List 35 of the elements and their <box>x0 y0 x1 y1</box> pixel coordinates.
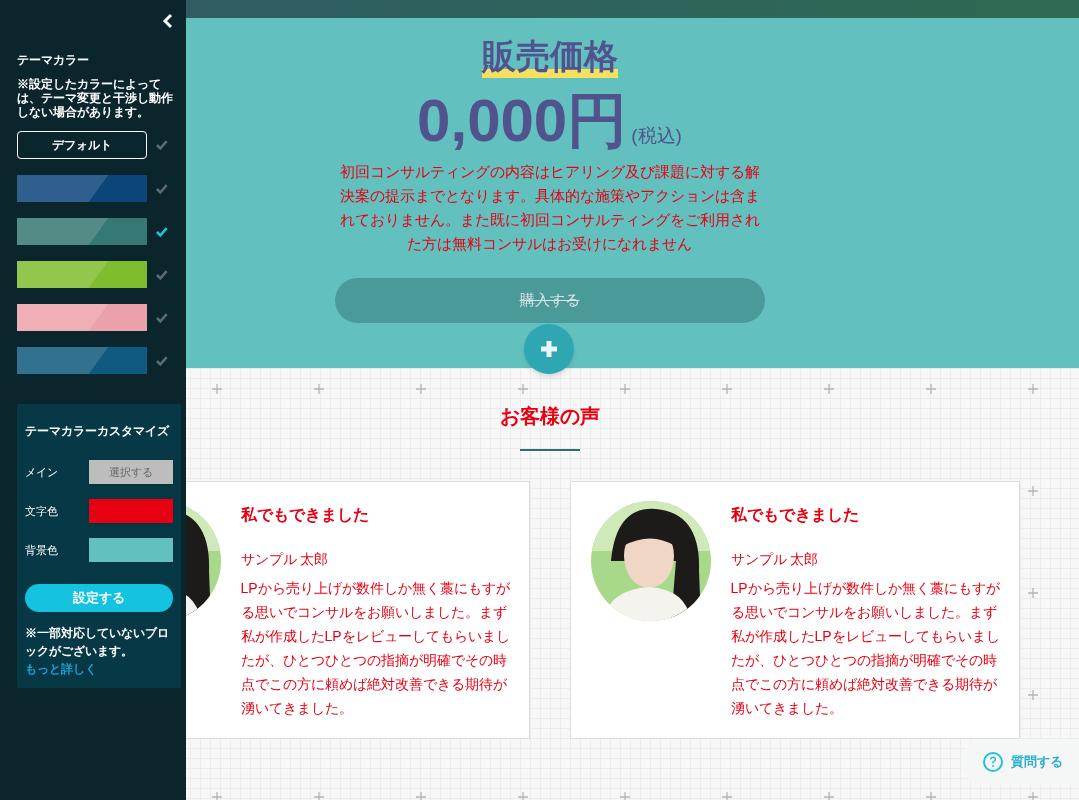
panel-title: テーマカラー <box>17 52 90 69</box>
default-theme-button[interactable]: デフォルト <box>17 131 148 159</box>
block-note: ※一部対応していないブロックがございます。 もっと詳しく <box>25 625 170 678</box>
customer-name: サンプル 太郎 <box>730 550 820 569</box>
testimonial-heading: 私でもできました <box>730 505 860 525</box>
color-swatch[interactable] <box>89 538 173 562</box>
customize-title: テーマカラーカスタマイズ <box>25 423 171 440</box>
color-swatch[interactable] <box>89 499 173 523</box>
pricing-description: 初回コンサルティングの内容はヒアリング及び課題に対する解決案の提示までとなります。具体的な施策やアクションは含まれておりません。また既に初回コンサルティングをご利用された方は無料コンサルはお受けになれません <box>338 163 761 254</box>
testimonial-text: LPから売り上げが数件しか無く藁にもすがる思いでコンサルをお願いしました。まず私が作成したLPをレビューしてもらいましたが、ひとつひとつの指摘が明確でその時点でこの方に頼めば絶対改善できる期待が湧いてきました。 <box>730 579 1001 718</box>
theme-swatch[interactable] <box>17 218 148 245</box>
tax-label: (税込) <box>631 123 682 148</box>
plus-icon <box>539 339 559 359</box>
help-icon <box>983 752 1003 772</box>
field-label: 背景色 <box>25 542 58 558</box>
field-label: 文字色 <box>25 503 58 519</box>
apply-button[interactable]: 設定する <box>25 584 173 612</box>
theme-swatch[interactable] <box>17 261 148 288</box>
testimonial-text: LPから売り上げが数件しか無く藁にもすがる思いでコンサルをお願いしました。まず私が作成したLPをレビューしてもらいましたが、ひとつひとつの指摘が明確でその時点でこの方に頼めば絶対改善できる期待が湧いてきました。 <box>240 579 511 718</box>
buy-button[interactable]: 購入する <box>334 278 765 323</box>
collapse-icon[interactable] <box>162 13 174 29</box>
price: 0,000円 <box>417 90 628 152</box>
customer-name: サンプル 太郎 <box>240 550 330 569</box>
section-title: お客様の声 <box>499 404 600 429</box>
title-underline <box>519 449 580 451</box>
theme-swatch[interactable] <box>17 347 148 374</box>
add-block-button[interactable] <box>524 324 574 374</box>
help-button[interactable]: 質問する <box>961 739 1079 785</box>
theme-swatch[interactable] <box>17 304 148 331</box>
more-link[interactable]: もっと詳しく <box>25 662 97 676</box>
testimonial-heading: 私でもできました <box>240 505 370 525</box>
select-color-button[interactable]: 選択する <box>89 460 173 484</box>
panel-note: ※設定したカラーによっては、テーマ変更と干渉し動作しない場合があります。 <box>17 77 174 119</box>
field-label: メイン <box>25 464 58 480</box>
theme-swatch[interactable] <box>17 175 148 202</box>
